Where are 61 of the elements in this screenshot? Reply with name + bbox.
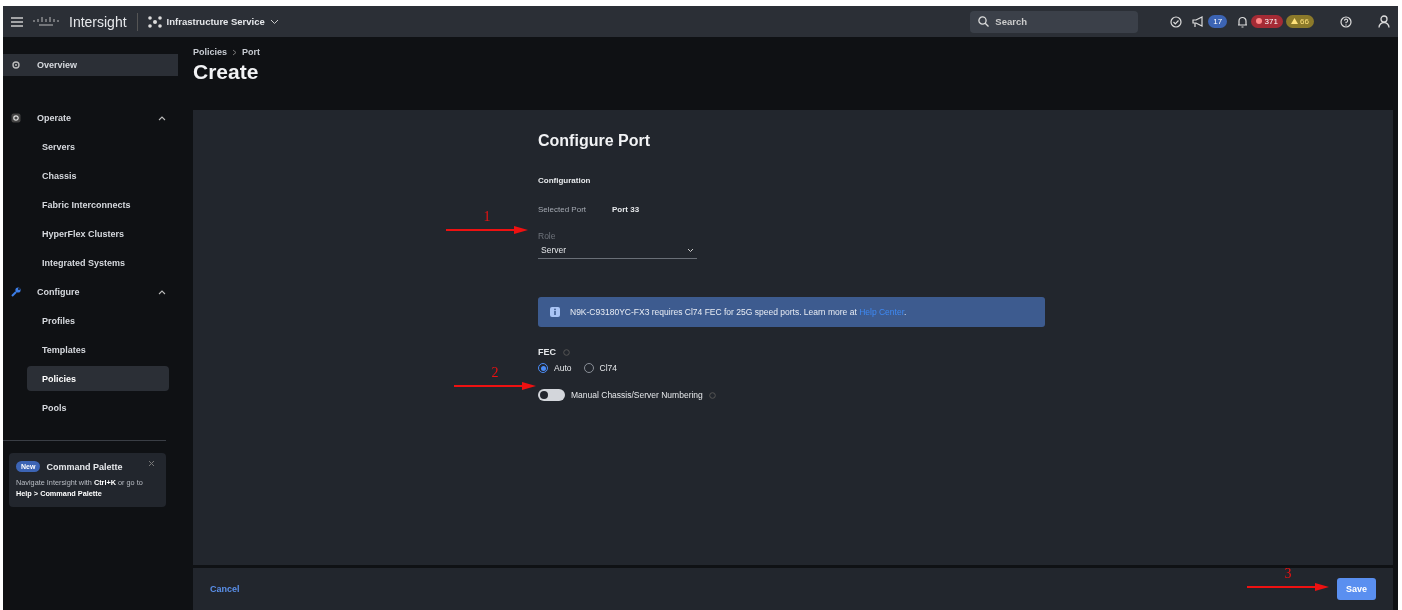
megaphone-icon[interactable] [1192, 15, 1206, 28]
sidebar-item[interactable]: Policies [27, 366, 169, 391]
menu-icon[interactable] [11, 16, 23, 27]
network-icon [147, 15, 162, 28]
annotation-number: 1 [483, 209, 491, 225]
field-label: FEC [538, 347, 556, 357]
chevron-down-icon [687, 247, 694, 253]
sidebar-item[interactable]: Chassis [27, 163, 169, 188]
toggle-label: Manual Chassis/Server Numbering [571, 390, 703, 400]
radio-option[interactable]: Auto [538, 363, 572, 373]
app-name: Intersight [69, 13, 127, 30]
chevron-right-icon [232, 48, 238, 56]
warning-icon [1290, 18, 1298, 24]
announcement-count: 17 [1208, 15, 1228, 28]
sidebar-item[interactable]: Fabric Interconnects [27, 192, 169, 217]
info-icon [563, 348, 570, 356]
service-switcher[interactable]: Infrastructure Service [147, 15, 279, 28]
page-title: Create [193, 60, 260, 84]
field-label: Selected Port [538, 205, 587, 214]
field-value: Port 33 [612, 205, 640, 214]
check-circle-icon[interactable] [1170, 15, 1183, 28]
cancel-button[interactable]: Cancel [210, 582, 240, 596]
critical-alarm-badge[interactable]: 371 [1251, 15, 1283, 28]
sidebar-item[interactable]: Overview [3, 54, 178, 76]
critical-icon [1256, 18, 1263, 24]
chevron-up-icon [158, 288, 166, 295]
bell-icon[interactable] [1237, 15, 1249, 28]
annotation-number: 2 [491, 365, 499, 381]
sidebar-item[interactable]: Profiles [27, 308, 169, 333]
info-icon [550, 307, 560, 317]
sidebar-item[interactable]: Pools [27, 395, 169, 420]
sidebar-item[interactable]: Integrated Systems [27, 250, 169, 275]
sidebar-item[interactable]: Servers [27, 134, 169, 159]
section-heading: Configuration [538, 176, 592, 185]
sidebar-item[interactable]: Templates [27, 337, 169, 362]
warning-alarm-badge[interactable]: 66 [1285, 15, 1314, 28]
breadcrumb-link[interactable]: Port [242, 47, 261, 57]
radio-option[interactable]: Cl74 [583, 363, 617, 373]
search-icon [978, 16, 990, 27]
wrench-icon [11, 286, 21, 297]
sidebar-item[interactable]: HyperFlex Clusters [27, 221, 169, 246]
operate-icon [11, 112, 21, 123]
form-title: Configure Port [538, 132, 651, 150]
banner-text: N9K-C93180YC-FX3 requires Cl74 FEC for 25G speed ports. Learn more at Help Center. [570, 307, 907, 317]
toggle-switch[interactable] [538, 389, 565, 401]
help-icon[interactable] [1340, 15, 1352, 28]
role-dropdown[interactable]: Server [538, 245, 697, 259]
field-label: Role [538, 231, 557, 241]
sidebar-item[interactable]: Operate [3, 103, 178, 132]
annotation-number: 3 [1284, 566, 1292, 582]
chevron-up-icon [158, 114, 166, 121]
card-title: Command Palette [46, 461, 123, 472]
sidebar-item[interactable]: Configure [3, 277, 178, 306]
close-icon[interactable] [149, 461, 154, 466]
overview-icon [11, 60, 21, 70]
chevron-down-icon [269, 18, 279, 25]
breadcrumb-link[interactable]: Policies [193, 47, 228, 57]
logo-icon [33, 16, 59, 27]
user-icon[interactable] [1378, 15, 1390, 28]
info-icon [708, 391, 716, 399]
search-field[interactable]: Search [970, 10, 1139, 33]
